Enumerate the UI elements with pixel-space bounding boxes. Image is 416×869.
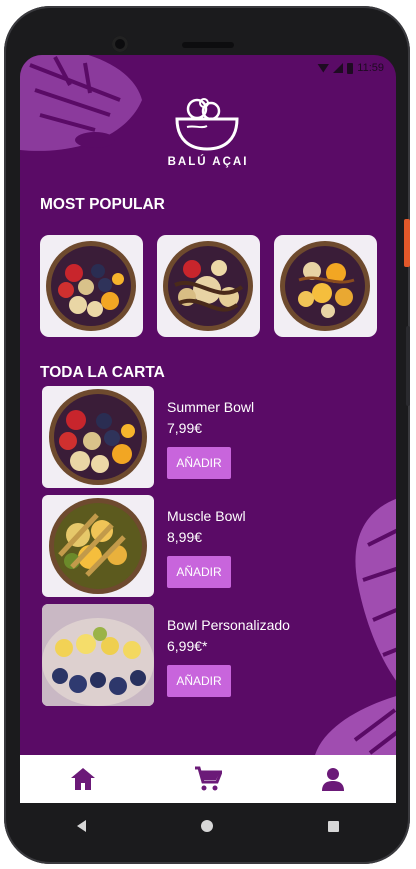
menu-title: TODA LA CARTA	[40, 364, 165, 381]
menu-item-image[interactable]	[42, 604, 154, 706]
menu-item-name: Summer Bowl	[167, 399, 255, 415]
add-to-cart-button[interactable]: AÑADIR	[167, 447, 231, 479]
volume-button	[406, 326, 410, 406]
recents-icon[interactable]	[327, 820, 339, 832]
home-icon	[70, 768, 95, 790]
nav-profile[interactable]	[313, 759, 353, 799]
monstera-leaf-decoration-top	[20, 55, 142, 151]
back-icon[interactable]	[77, 820, 87, 832]
nav-home[interactable]	[63, 759, 103, 799]
bowl-image	[46, 241, 136, 331]
brand-name: BALÚ AÇAI	[167, 156, 249, 168]
menu-item-price: 8,99€	[167, 529, 203, 545]
menu-item-price: 7,99€	[167, 420, 203, 436]
status-bar: 11:59	[317, 60, 384, 76]
battery-icon	[347, 62, 354, 74]
muscle-bowl-image	[49, 498, 147, 594]
wifi-icon	[317, 63, 330, 73]
bowl-image	[280, 241, 370, 331]
menu-item-name: Bowl Personalizado	[167, 617, 290, 633]
monstera-leaf-decoration-right	[355, 498, 396, 681]
most-popular-title: MOST POPULAR	[40, 196, 165, 213]
bowl-image	[163, 241, 253, 331]
popular-item-2[interactable]	[157, 235, 260, 337]
menu-item-name: Muscle Bowl	[167, 508, 246, 524]
profile-icon	[322, 768, 345, 791]
front-camera	[112, 36, 128, 52]
add-to-cart-button[interactable]: AÑADIR	[167, 556, 231, 588]
status-time: 11:59	[357, 62, 384, 74]
earpiece-speaker	[182, 42, 234, 48]
system-navigation-bar	[20, 803, 396, 849]
home-circle-icon[interactable]	[200, 820, 213, 832]
power-button	[404, 219, 410, 267]
nav-cart[interactable]	[188, 759, 228, 799]
summer-bowl-image	[49, 389, 147, 485]
bottom-navigation	[20, 755, 396, 803]
menu-item-image[interactable]	[42, 495, 154, 597]
add-to-cart-button[interactable]: AÑADIR	[167, 665, 231, 697]
popular-item-3[interactable]	[274, 235, 377, 337]
cart-icon	[194, 766, 222, 791]
app-screen: 11:59 BALÚ AÇAI MOST POPULAR TODA LA CAR…	[20, 55, 396, 803]
monstera-leaf-decoration-bottom	[315, 696, 396, 755]
popular-item-1[interactable]	[40, 235, 143, 337]
custom-bowl-image	[42, 604, 154, 706]
menu-item-image[interactable]	[42, 386, 154, 488]
signal-icon	[333, 63, 344, 73]
acai-bowl-logo-icon	[175, 98, 239, 151]
menu-item-price: 6,99€*	[167, 638, 208, 654]
